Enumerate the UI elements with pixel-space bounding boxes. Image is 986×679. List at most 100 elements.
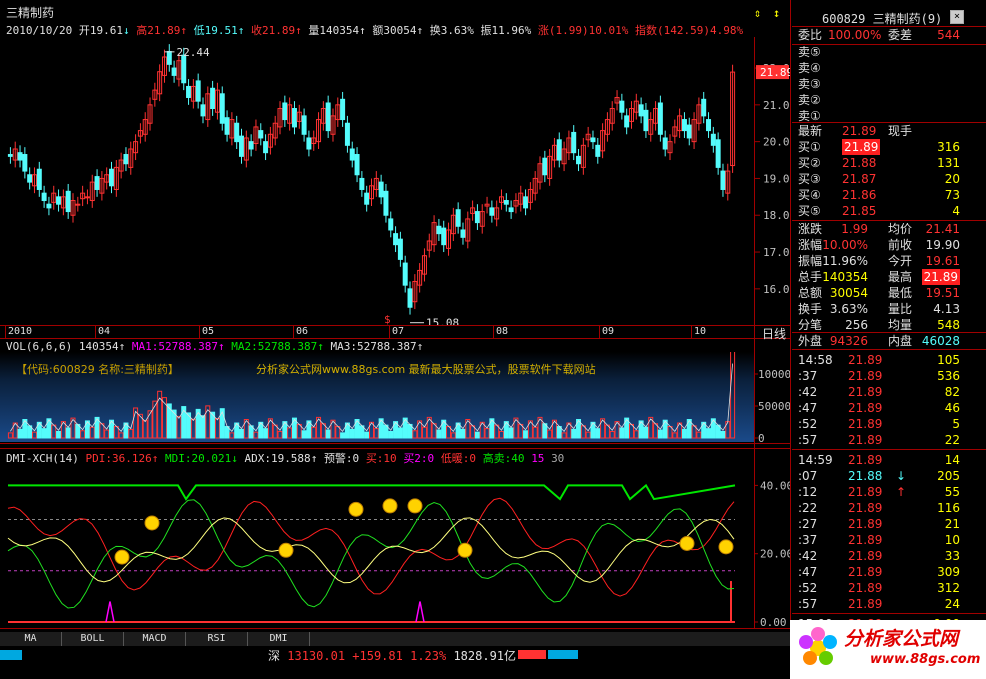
- tab-rsi[interactable]: RSI: [186, 632, 248, 646]
- month-tick: [293, 326, 294, 338]
- logo-url[interactable]: www.88gs.com: [870, 652, 980, 667]
- stat-value: 3.63%: [829, 302, 868, 316]
- vol-value: 140354: [319, 24, 360, 37]
- logo-text: 分析家公式网: [844, 628, 959, 650]
- candle-body: [407, 288, 413, 308]
- dmi-axis-label: 20.00: [760, 548, 790, 561]
- tab-dmi[interactable]: DMI: [248, 632, 310, 646]
- sell-row: 卖④: [792, 60, 972, 76]
- volume-bar: [239, 428, 245, 439]
- tick-vol: 205: [937, 469, 960, 483]
- idx-pct: 4.98%: [709, 24, 744, 37]
- dollar-mark: $: [384, 313, 391, 325]
- stat-row: 振幅 11.96% 今开 19.61: [792, 253, 972, 269]
- stat-value: 19.51: [925, 286, 960, 300]
- candle-body: [109, 168, 115, 187]
- volume-bar: [609, 430, 615, 439]
- tick-time: :52: [798, 581, 818, 595]
- candle-body: [36, 168, 42, 190]
- tick-time: :12: [798, 485, 818, 499]
- tick-vol: 536: [937, 369, 960, 383]
- month-label: 04: [98, 326, 111, 337]
- candle-body: [595, 144, 601, 157]
- tab-boll[interactable]: BOLL: [62, 632, 124, 646]
- logo-box: 分析家公式网 www.88gs.com: [790, 620, 986, 679]
- turn-value: 3.63%: [440, 24, 474, 37]
- candle-body: [22, 154, 28, 172]
- volume-bar: [720, 430, 726, 439]
- tick-row: :42 21.89 82: [792, 384, 972, 400]
- volume-bar: [508, 427, 514, 439]
- smiley-icon: [278, 542, 294, 558]
- volume-bar: [657, 429, 663, 439]
- sell-level-label: 卖⑤: [798, 45, 821, 59]
- stat-row: 涨幅 10.00% 前收 19.90: [792, 237, 972, 253]
- volume-bar: [253, 431, 259, 439]
- tick-vol: 33: [944, 549, 960, 563]
- volume-bar: [619, 427, 625, 439]
- candle-body: [282, 102, 288, 121]
- volume-bar: [214, 418, 220, 439]
- volume-bar: [287, 427, 293, 439]
- tick-time: :07: [798, 469, 818, 483]
- tick-row: :52 21.89 312: [792, 580, 972, 596]
- tab-macd[interactable]: MACD: [124, 632, 186, 646]
- tick-row: :52 21.89 5: [792, 416, 972, 432]
- index-ticker[interactable]: 深 13130.01 +159.81 1.23% 1828.91亿: [268, 647, 516, 664]
- candle-body: [210, 87, 216, 110]
- candle-body: [576, 155, 582, 165]
- volume-bar: [200, 415, 206, 439]
- candle-body: [383, 190, 389, 216]
- sell-level-label: 卖③: [798, 77, 821, 91]
- candle-body: [364, 192, 370, 205]
- tick-row: 14:58 21.89 105: [792, 352, 972, 368]
- candle-body: [181, 54, 187, 84]
- buy-row: 买① 21.89 316: [792, 139, 972, 155]
- period-label[interactable]: 日线: [762, 325, 786, 342]
- tick-vol: 55: [944, 485, 960, 499]
- tick-price: 21.89: [848, 581, 883, 595]
- tick-price: 21.89: [848, 385, 883, 399]
- dmi-axis-label: 0.00: [760, 616, 787, 628]
- vertical-arrows-icon[interactable]: ↕: [773, 6, 780, 20]
- buy2-triangle: [105, 601, 115, 623]
- tick-price: 21.89: [848, 369, 883, 383]
- dmi-chart[interactable]: 40.00 20.00 0.00: [0, 462, 790, 628]
- sell-level-label: 卖④: [798, 61, 821, 75]
- month-tick: [493, 326, 494, 338]
- stat-value: 140354: [822, 270, 868, 284]
- weibi-label: 委比: [798, 28, 823, 42]
- buy-row: 买④ 21.86 73: [792, 187, 972, 203]
- tick-vol: 22: [944, 433, 960, 447]
- tick-price: 21.89: [848, 353, 883, 367]
- quote-summary-line: 2010/10/20 开19.61↓ 高21.89↑ 低19.51↑ 收21.8…: [6, 24, 744, 37]
- volume-bar: [706, 428, 712, 439]
- volume-bar: [128, 428, 134, 439]
- tick-arrow: ↑: [896, 485, 907, 499]
- smiley-icon: [348, 501, 364, 517]
- buy-level-vol: 20: [944, 172, 960, 186]
- index-pct: 1.23%: [410, 649, 447, 663]
- tick-time: :47: [798, 401, 818, 415]
- chart-area[interactable]: 三精制药 2010/10/20 开19.61↓ 高21.89↑ 低19.51↑ …: [0, 0, 791, 632]
- sell-row: 卖②: [792, 92, 972, 108]
- candle-body: [508, 207, 514, 213]
- volume-chart[interactable]: 100000 50000 0: [0, 352, 790, 443]
- kline-chart[interactable]: 22.0021.0020.0019.0018.0017.0016.0022.44…: [0, 37, 790, 325]
- stat-label: 今开: [888, 254, 913, 268]
- volume-bar: [104, 429, 110, 439]
- smiley-icon: [407, 498, 423, 514]
- low-mark-label: 15.08: [426, 317, 459, 325]
- anchor-icon[interactable]: ⇕: [754, 6, 761, 20]
- candle-body: [258, 130, 264, 139]
- xianshou-label: 现手: [888, 124, 913, 138]
- tick-price: 21.89: [848, 549, 883, 563]
- stat-value: 548: [937, 318, 960, 332]
- price-axis-label: 18.00: [763, 209, 790, 222]
- candle-body: [638, 104, 644, 117]
- volume-bar: [176, 415, 182, 439]
- volume-bar: [450, 432, 456, 439]
- stat-value: 4.13: [933, 302, 960, 316]
- tab-ma[interactable]: MA: [0, 632, 62, 646]
- candle-body: [200, 104, 206, 117]
